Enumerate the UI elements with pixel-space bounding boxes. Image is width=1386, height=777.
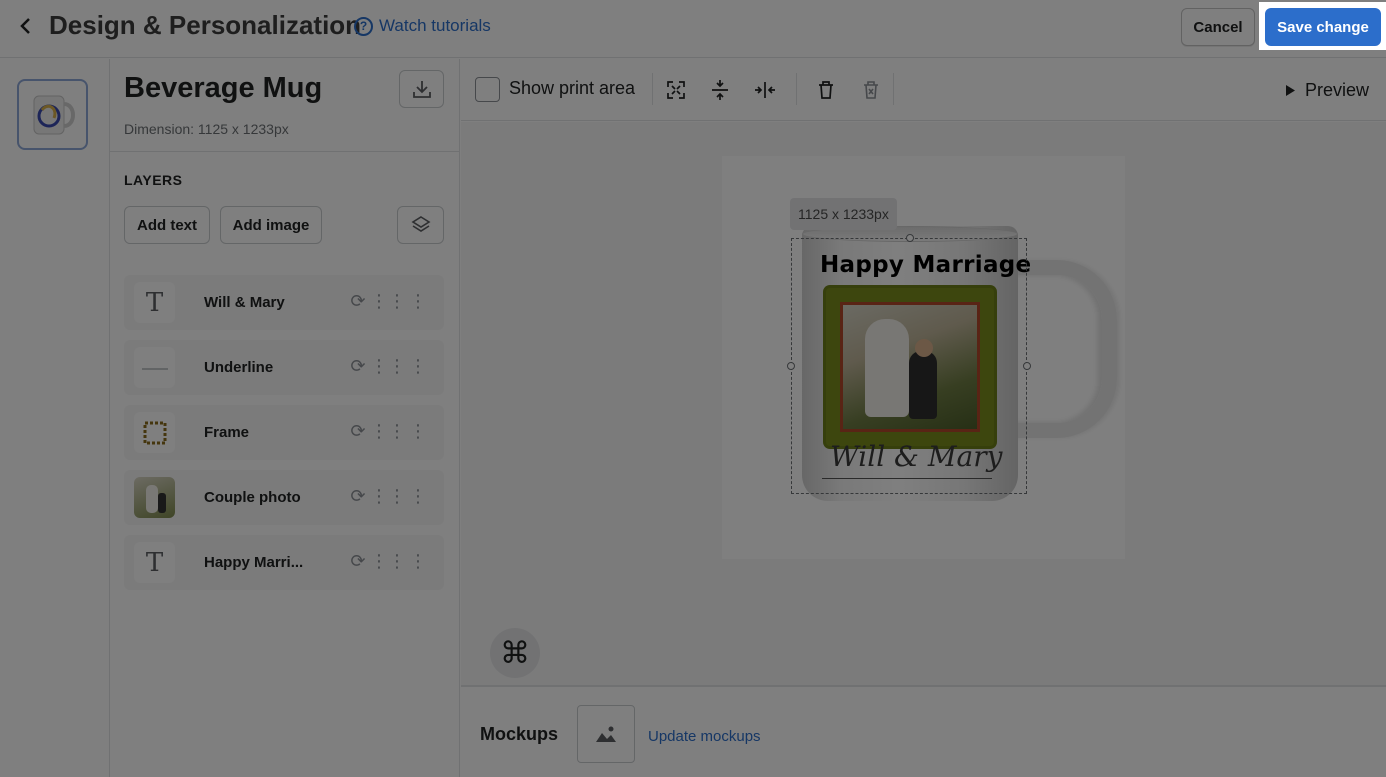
sync-icon[interactable]: ⟳ (346, 549, 370, 573)
align-vertical-center-icon (712, 80, 728, 100)
panel-divider (110, 151, 459, 152)
layer-item-frame[interactable]: Frame ⟳ ⋮⋮ ⋮ (124, 405, 444, 460)
mug-names-text[interactable]: Will & Mary (830, 440, 1002, 473)
update-mockups-link[interactable]: Update mockups (648, 728, 761, 745)
drag-handle-icon[interactable]: ⋮⋮ (370, 549, 406, 573)
sync-icon[interactable]: ⟳ (346, 419, 370, 443)
layer-name: Will & Mary (204, 294, 285, 311)
toolbar-divider (796, 73, 797, 105)
drag-handle-icon[interactable]: ⋮⋮ (370, 484, 406, 508)
more-vertical-icon[interactable]: ⋮ (406, 549, 430, 573)
layer-item-couple-photo[interactable]: Couple photo ⟳ ⋮⋮ ⋮ (124, 470, 444, 525)
resize-handle[interactable] (787, 362, 795, 370)
text-icon: T (134, 282, 175, 323)
chevron-left-icon (20, 18, 30, 34)
fit-to-area-button[interactable] (661, 75, 691, 105)
layer-list: T Will & Mary ⟳ ⋮⋮ ⋮ Underline ⟳ ⋮⋮ ⋮ Fr… (124, 275, 444, 600)
couple-photo-layer[interactable] (843, 305, 977, 429)
align-horizontal-center-icon (755, 82, 775, 98)
preview-label: Preview (1305, 79, 1370, 100)
show-print-area-checkbox[interactable] (475, 77, 500, 102)
watch-tutorials-link[interactable]: ? Watch tutorials (354, 14, 491, 38)
align-horizontal-center-button[interactable] (750, 75, 780, 105)
more-vertical-icon[interactable]: ⋮ (406, 354, 430, 378)
drag-handle-icon[interactable]: ⋮⋮ (370, 354, 406, 378)
product-name: Beverage Mug (124, 72, 323, 104)
toolbar-divider (652, 73, 653, 105)
layers-stack-button[interactable] (397, 206, 444, 244)
delete-all-button[interactable] (856, 75, 886, 105)
sync-icon[interactable]: ⟳ (346, 289, 370, 313)
underline-layer[interactable] (822, 478, 992, 479)
command-icon: ⌘ (500, 636, 530, 670)
save-change-button[interactable]: Save change (1265, 8, 1381, 46)
help-circle-icon: ? (354, 16, 373, 36)
play-icon (1286, 84, 1295, 96)
align-vertical-center-button[interactable] (705, 75, 735, 105)
more-vertical-icon[interactable]: ⋮ (406, 289, 430, 313)
product-dimension: Dimension: 1125 x 1233px (124, 121, 289, 137)
photo-thumbnail (134, 477, 175, 518)
dimension-chip: 1125 x 1233px (790, 198, 897, 230)
drag-handle-icon[interactable]: ⋮⋮ (370, 289, 406, 313)
keyboard-shortcuts-button[interactable]: ⌘ (490, 628, 540, 678)
mug-title-text[interactable]: Happy Marriage (820, 252, 1031, 278)
drag-handle-icon[interactable]: ⋮⋮ (370, 419, 406, 443)
back-button[interactable] (14, 14, 38, 38)
layer-name: Couple photo (204, 489, 301, 506)
text-icon: T (134, 542, 175, 583)
layer-item-will-and-mary[interactable]: T Will & Mary ⟳ ⋮⋮ ⋮ (124, 275, 444, 330)
mug-thumbnail-icon (33, 95, 75, 134)
sync-icon[interactable]: ⟳ (346, 484, 370, 508)
layer-name: Happy Marri... (204, 554, 304, 571)
image-icon (596, 726, 616, 742)
layer-name: Underline (204, 359, 274, 376)
top-bar: Design & Personalization ? Watch tutoria… (0, 0, 1386, 58)
product-thumbnail-column (0, 59, 110, 777)
page-title: Design & Personalization (49, 10, 362, 40)
canvas-toolbar: Show print area Preview (461, 59, 1386, 121)
product-thumbnail[interactable] (17, 79, 88, 150)
preview-button[interactable]: Preview (1285, 77, 1369, 103)
add-text-button[interactable]: Add text (124, 206, 210, 244)
layer-item-underline[interactable]: Underline ⟳ ⋮⋮ ⋮ (124, 340, 444, 395)
download-button[interactable] (399, 70, 444, 108)
layer-item-happy-marriage[interactable]: T Happy Marri... ⟳ ⋮⋮ ⋮ (124, 535, 444, 590)
show-print-area-label: Show print area (509, 78, 636, 98)
frame-thumbnail (134, 412, 175, 453)
layers-heading: LAYERS (124, 172, 183, 188)
cancel-button[interactable]: Cancel (1181, 8, 1255, 46)
mockups-bar: Mockups Update mockups (461, 685, 1386, 777)
mug-handle (1003, 260, 1117, 438)
frame-layer[interactable] (826, 288, 994, 446)
layer-name: Frame (204, 424, 250, 441)
watch-tutorials-label: Watch tutorials (379, 16, 491, 35)
resize-handle[interactable] (1023, 362, 1031, 370)
sync-icon[interactable]: ⟳ (346, 354, 370, 378)
trash-icon (819, 81, 833, 99)
expand-icon (667, 81, 685, 99)
design-canvas[interactable]: Happy Marriage Will & Mary 1125 x 1233px (461, 122, 1386, 685)
more-vertical-icon[interactable]: ⋮ (406, 419, 430, 443)
underline-thumbnail (134, 347, 175, 388)
more-vertical-icon[interactable]: ⋮ (406, 484, 430, 508)
toolbar-divider (893, 73, 894, 105)
resize-handle[interactable] (906, 234, 914, 242)
add-image-button[interactable]: Add image (220, 206, 322, 244)
artboard[interactable]: Happy Marriage Will & Mary 1125 x 1233px (722, 156, 1125, 559)
mockup-thumbnail[interactable] (577, 705, 635, 763)
trash-x-icon (864, 81, 878, 99)
layers-panel: Beverage Mug Dimension: 1125 x 1233px LA… (110, 59, 460, 777)
delete-layer-button[interactable] (811, 75, 841, 105)
download-icon (412, 81, 431, 98)
layers-icon (410, 216, 431, 232)
mockups-label: Mockups (480, 724, 559, 744)
